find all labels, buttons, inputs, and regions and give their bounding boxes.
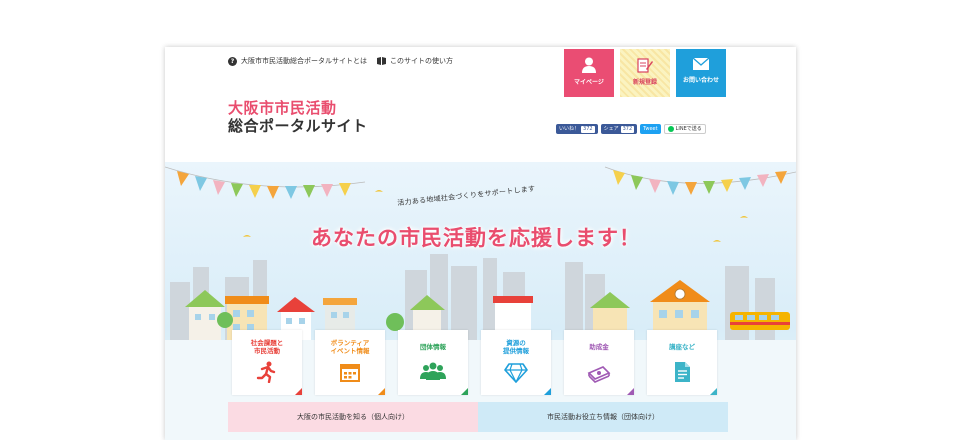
register-label: 新規登録 bbox=[632, 79, 657, 86]
mypage-label: マイページ bbox=[574, 79, 604, 86]
fb-like-button[interactable]: いいね！ 372 bbox=[556, 124, 598, 134]
tree-icon bbox=[217, 312, 233, 328]
howto-link[interactable]: このサイトの使い方 bbox=[377, 56, 453, 66]
bunting-right-icon bbox=[613, 170, 787, 195]
card-label-line2: 市民活動 bbox=[254, 346, 280, 355]
mail-icon bbox=[692, 57, 710, 70]
card-social-issues[interactable]: 社会課題と 市民活動 bbox=[232, 330, 302, 395]
question-icon: ? bbox=[228, 56, 237, 66]
line-label: LINEで送る bbox=[675, 126, 702, 132]
fb-like-count: 372 bbox=[581, 125, 595, 133]
bird-icon bbox=[243, 235, 251, 237]
howto-link-label: このサイトの使い方 bbox=[390, 57, 453, 65]
card-corner bbox=[710, 388, 717, 395]
card-label-line1: 講座など bbox=[669, 342, 695, 351]
tweet-label: Tweet bbox=[643, 126, 658, 132]
card-label-line1: ボランティア bbox=[330, 338, 370, 347]
card-corner bbox=[295, 388, 302, 395]
pencil-note-icon bbox=[637, 58, 653, 73]
card-courses[interactable]: 講座など bbox=[647, 330, 717, 395]
group-icon bbox=[420, 362, 446, 380]
card-volunteer-events[interactable]: ボランティア イベント情報 bbox=[315, 330, 385, 395]
card-label-line1: 資源の bbox=[506, 338, 526, 347]
calendar-icon bbox=[340, 364, 360, 382]
card-corner bbox=[461, 388, 468, 395]
hero-title: あなたの市民活動を応援します！ bbox=[311, 226, 641, 250]
about-link-label: 大阪市市民活動総合ポータルサイトとは bbox=[241, 57, 367, 65]
bird-icon bbox=[713, 240, 721, 242]
hero-banner: 活力ある地域社会づくりをサポートします あなたの市民活動を応援します！ 社会課題… bbox=[165, 162, 796, 440]
contact-label: お問い合わせ bbox=[682, 77, 719, 84]
category-cards: 社会課題と 市民活動 ボランティア イベント情報 団体情報 資源の 提供情報 助… bbox=[232, 330, 730, 395]
tree-icon bbox=[386, 313, 404, 331]
about-link[interactable]: ? 大阪市市民活動総合ポータルサイトとは bbox=[228, 56, 367, 66]
book-icon bbox=[377, 57, 386, 65]
card-label-line1: 団体情報 bbox=[420, 342, 446, 351]
card-label-line1: 社会課題と bbox=[250, 338, 284, 347]
money-icon bbox=[587, 366, 611, 383]
page: ? 大阪市市民活動総合ポータルサイトとは このサイトの使い方 大阪市市民活動 総… bbox=[0, 0, 960, 440]
running-person-icon bbox=[256, 361, 276, 383]
bunting-left-icon bbox=[177, 171, 351, 199]
fb-like-label: いいね！ bbox=[559, 126, 580, 132]
diamond-icon bbox=[504, 363, 528, 383]
card-corner bbox=[378, 388, 385, 395]
logo-line1: 大阪市市民活動 bbox=[228, 99, 337, 117]
fb-share-button[interactable]: シェア 372 bbox=[600, 124, 638, 134]
line-icon bbox=[667, 126, 674, 132]
card-grants[interactable]: 助成金 bbox=[564, 330, 634, 395]
tweet-button[interactable]: Tweet bbox=[640, 124, 661, 134]
train-icon bbox=[730, 312, 790, 330]
person-icon bbox=[582, 57, 596, 73]
mypage-button[interactable]: マイページ bbox=[564, 49, 614, 97]
card-label-line2: 提供情報 bbox=[503, 346, 529, 355]
top-nav: ? 大阪市市民活動総合ポータルサイトとは このサイトの使い方 bbox=[228, 56, 463, 66]
register-button[interactable]: 新規登録 bbox=[620, 49, 670, 97]
document-icon bbox=[675, 362, 690, 382]
card-corner bbox=[627, 388, 634, 395]
fb-share-count: 372 bbox=[620, 125, 635, 133]
card-label-line1: 助成金 bbox=[589, 342, 609, 351]
contact-button[interactable]: お問い合わせ bbox=[676, 49, 726, 97]
card-group-info[interactable]: 団体情報 bbox=[398, 330, 468, 395]
logo-line2: 総合ポータルサイト bbox=[228, 117, 368, 135]
site-logo[interactable]: 大阪市市民活動 総合ポータルサイト bbox=[228, 100, 368, 136]
card-resource-info[interactable]: 資源の 提供情報 bbox=[481, 330, 551, 395]
card-corner bbox=[544, 388, 551, 395]
hero-illustration bbox=[165, 166, 796, 440]
card-label-line2: イベント情報 bbox=[330, 346, 370, 355]
site-frame: ? 大阪市市民活動総合ポータルサイトとは このサイトの使い方 大阪市市民活動 総… bbox=[165, 47, 796, 440]
bird-icon bbox=[740, 216, 748, 218]
line-button[interactable]: LINEで送る bbox=[663, 124, 706, 134]
individual-category-link[interactable]: 大阪の市民活動を知る（個人向け） bbox=[228, 402, 478, 432]
bird-icon bbox=[375, 190, 383, 192]
group-category-link[interactable]: 市民活動お役立ち情報（団体向け） bbox=[478, 402, 728, 432]
fb-share-label: シェア bbox=[603, 126, 619, 132]
social-buttons: いいね！ 372 シェア 372 Tweet LINEで送る bbox=[556, 124, 709, 134]
